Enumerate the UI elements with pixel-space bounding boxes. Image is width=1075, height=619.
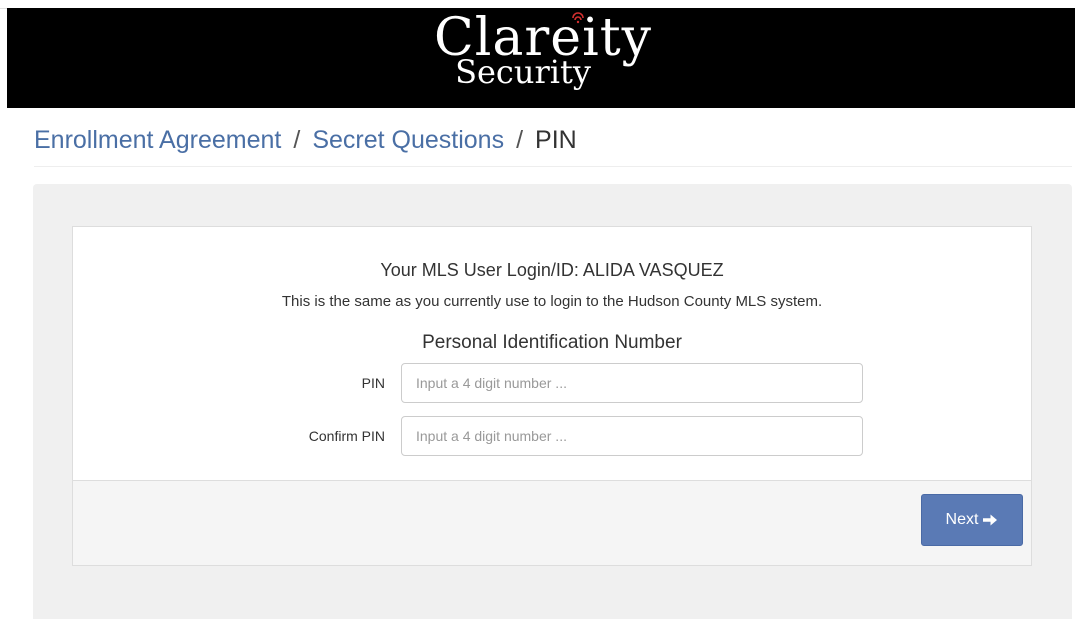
logo-sub-text: Security <box>455 53 591 91</box>
header-divider <box>34 166 1072 167</box>
breadcrumb-current-pin: PIN <box>535 126 577 154</box>
pin-label: PIN <box>361 375 385 391</box>
pin-form-panel: Your MLS User Login/ID: ALIDA VASQUEZ Th… <box>72 226 1032 566</box>
breadcrumb-enrollment-agreement[interactable]: Enrollment Agreement <box>34 126 281 154</box>
next-button-label: Next <box>945 511 979 528</box>
login-info-text: This is the same as you currently use to… <box>281 293 823 310</box>
confirm-pin-input[interactable] <box>401 416 863 456</box>
breadcrumb-separator: / <box>516 126 524 154</box>
arrow-right-icon <box>983 514 998 526</box>
section-title: Personal Identification Number <box>422 332 682 353</box>
signal-icon <box>572 12 584 24</box>
next-button[interactable]: Next <box>921 494 1023 546</box>
breadcrumb: Enrollment Agreement / Secret Questions / PI… <box>34 126 577 155</box>
breadcrumb-separator: / <box>293 126 301 154</box>
login-id-text: Your MLS User Login/ID: ALIDA VASQUEZ <box>380 260 724 280</box>
breadcrumb-secret-questions[interactable]: Secret Questions <box>312 126 504 154</box>
confirm-pin-label: Confirm PIN <box>308 428 385 444</box>
clareity-logo: Clareity Security <box>7 12 1075 88</box>
panel-footer: Next <box>73 480 1031 565</box>
pin-input[interactable] <box>401 363 863 403</box>
site-header: Clareity Security <box>7 8 1075 108</box>
